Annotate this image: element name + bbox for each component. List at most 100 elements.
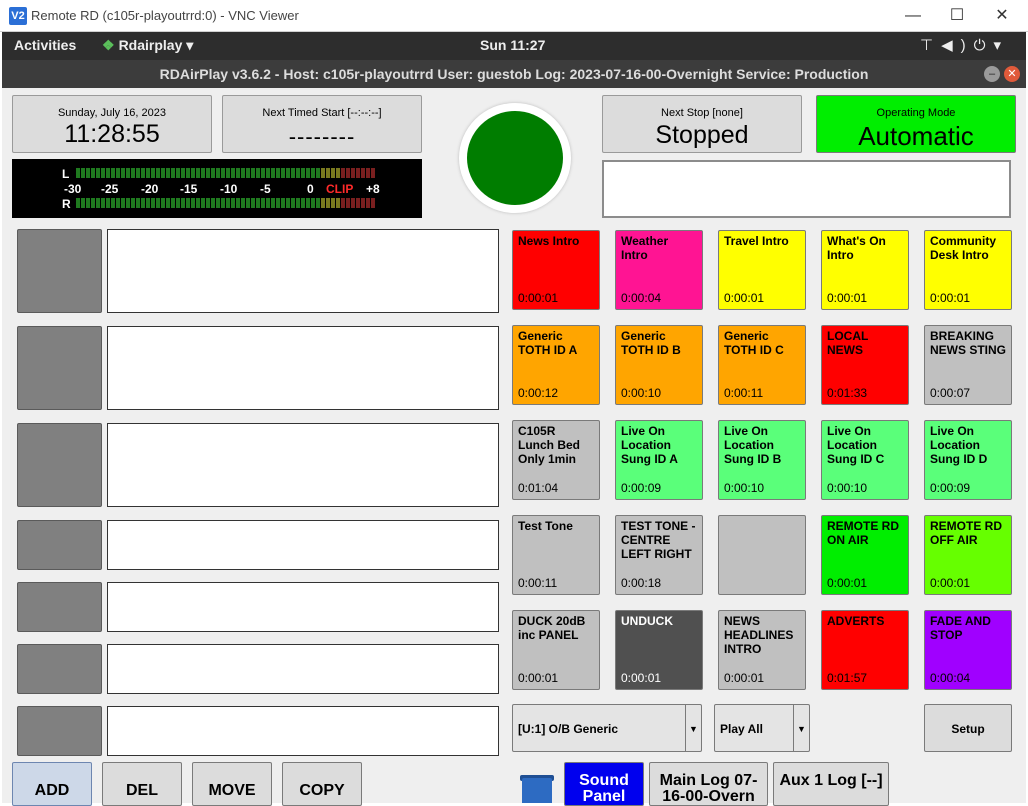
meter-scale-tick: -30 xyxy=(64,182,82,196)
cart-button[interactable]: FADE AND STOP 0:00:04 xyxy=(924,610,1012,690)
cart-length: 0:00:12 xyxy=(518,386,559,400)
cart-label: Travel Intro xyxy=(724,234,789,248)
log-slot-6[interactable] xyxy=(107,644,499,694)
meter-segment xyxy=(336,198,340,208)
gnome-clock[interactable]: Sun 11:27 xyxy=(480,37,545,53)
cart-button[interactable]: Live On Location Sung ID C 0:00:10 xyxy=(821,420,909,500)
cart-button[interactable]: Test Tone 0:00:11 xyxy=(512,515,600,595)
cart-label: C105R Lunch Bed Only 1min xyxy=(518,424,580,466)
meter-segment xyxy=(266,168,270,178)
log-slot-button-2[interactable] xyxy=(17,326,102,410)
activities-button[interactable]: Activities xyxy=(14,37,76,53)
cart-button[interactable]: BREAKING NEWS STING 0:00:07 xyxy=(924,325,1012,405)
meter-segment xyxy=(306,198,310,208)
operating-mode-button[interactable]: Operating Mode Automatic xyxy=(816,95,1016,153)
play-mode-select[interactable]: Play All ▼ xyxy=(714,704,810,752)
log-slot-4[interactable] xyxy=(107,520,499,570)
cart-button[interactable]: Generic TOTH ID C 0:00:11 xyxy=(718,325,806,405)
cart-length: 0:00:01 xyxy=(518,671,559,685)
setup-button[interactable]: Setup xyxy=(924,704,1012,752)
app-menu[interactable]: ❖ Rdairplay ▾ xyxy=(102,37,193,54)
app-close-button[interactable]: ✕ xyxy=(1004,66,1020,82)
cart-label: News Intro xyxy=(518,234,580,248)
cart-button[interactable]: What's On Intro 0:00:01 xyxy=(821,230,909,310)
chevron-down-icon: ▼ xyxy=(793,705,809,751)
cart-button[interactable]: Travel Intro 0:00:01 xyxy=(718,230,806,310)
log-slot-button-6[interactable] xyxy=(17,644,102,694)
log-slot-1[interactable] xyxy=(107,229,499,313)
meter-segment xyxy=(326,168,330,178)
move-button[interactable]: MOVE xyxy=(192,762,272,806)
log-slot-button-1[interactable] xyxy=(17,229,102,313)
cart-button[interactable]: C105R Lunch Bed Only 1min 0:01:04 xyxy=(512,420,600,500)
close-button[interactable]: ✕ xyxy=(980,4,1024,28)
meter-scale-tick: -20 xyxy=(141,182,159,196)
cart-length: 0:00:18 xyxy=(621,576,662,590)
meter-segment xyxy=(171,168,175,178)
meter-segment xyxy=(326,198,330,208)
cart-button[interactable]: Live On Location Sung ID A 0:00:09 xyxy=(615,420,703,500)
cart-button[interactable]: LOCAL NEWS 0:01:33 xyxy=(821,325,909,405)
system-tray[interactable]: ⊤◀)⏻▾ xyxy=(920,36,1009,54)
maximize-button[interactable]: ☐ xyxy=(935,4,979,28)
sound-panel-button[interactable]: Sound Panel xyxy=(564,762,644,806)
meter-segment xyxy=(336,168,340,178)
cart-button-empty[interactable] xyxy=(718,515,806,595)
cart-label: Test Tone xyxy=(518,519,573,533)
del-button[interactable]: DEL xyxy=(102,762,182,806)
cart-button[interactable]: Live On Location Sung ID D 0:00:09 xyxy=(924,420,1012,500)
cart-label: Live On Location Sung ID D xyxy=(930,424,988,466)
cart-button[interactable]: Weather Intro 0:00:04 xyxy=(615,230,703,310)
cart-button[interactable]: Generic TOTH ID A 0:00:12 xyxy=(512,325,600,405)
minimize-button[interactable]: — xyxy=(891,4,935,28)
meter-segment xyxy=(206,168,210,178)
cart-button[interactable]: Generic TOTH ID B 0:00:10 xyxy=(615,325,703,405)
next-timed-start-label: Next Timed Start [--:--:--] xyxy=(262,107,382,119)
main-log-button[interactable]: Main Log 07-16-00-Overn xyxy=(649,762,768,806)
aux1-log-button[interactable]: Aux 1 Log [--] xyxy=(773,762,889,806)
cart-button[interactable]: News Intro 0:00:01 xyxy=(512,230,600,310)
meter-scale-tick: -5 xyxy=(260,182,271,196)
log-slot-button-7[interactable] xyxy=(17,706,102,756)
next-stop-value: Stopped xyxy=(655,121,749,149)
cart-button[interactable]: Live On Location Sung ID B 0:00:10 xyxy=(718,420,806,500)
meter-segment xyxy=(76,198,80,208)
meter-segment xyxy=(321,198,325,208)
meter-segment xyxy=(286,168,290,178)
copy-button[interactable]: COPY xyxy=(282,762,362,806)
meter-segment xyxy=(301,168,305,178)
cart-button[interactable]: UNDUCK 0:00:01 xyxy=(615,610,703,690)
log-slot-button-5[interactable] xyxy=(17,582,102,632)
add-button[interactable]: ADD xyxy=(12,762,92,806)
meter-segment xyxy=(201,198,205,208)
log-slot-7[interactable] xyxy=(107,706,499,756)
meter-segment xyxy=(126,168,130,178)
cart-label: Generic TOTH ID C xyxy=(724,329,784,357)
cart-length: 0:01:04 xyxy=(518,481,559,495)
meter-segment xyxy=(181,168,185,178)
cart-button[interactable]: ADVERTS 0:01:57 xyxy=(821,610,909,690)
cart-button[interactable]: TEST TONE - CENTRE LEFT RIGHT 0:00:18 xyxy=(615,515,703,595)
meter-segment xyxy=(346,168,350,178)
cart-button[interactable]: Community Desk Intro 0:00:01 xyxy=(924,230,1012,310)
log-slot-5[interactable] xyxy=(107,582,499,632)
meter-segment xyxy=(176,198,180,208)
cart-button[interactable]: REMOTE RD OFF AIR 0:00:01 xyxy=(924,515,1012,595)
log-slot-button-3[interactable] xyxy=(17,423,102,507)
meter-segment xyxy=(196,198,200,208)
on-air-light xyxy=(467,111,563,205)
panel-select[interactable]: [U:1] O/B Generic ▼ xyxy=(512,704,702,752)
log-slot-button-4[interactable] xyxy=(17,520,102,570)
meter-segment xyxy=(136,198,140,208)
cart-button[interactable]: DUCK 20dB inc PANEL 0:00:01 xyxy=(512,610,600,690)
meter-segment xyxy=(341,168,345,178)
app-titlebar: RDAirPlay v3.6.2 - Host: c105r-playoutrr… xyxy=(2,60,1026,88)
play-mode-value: Play All xyxy=(720,722,763,736)
log-slot-2[interactable] xyxy=(107,326,499,410)
trash-icon[interactable] xyxy=(522,778,552,803)
app-minimize-button[interactable]: – xyxy=(984,66,1000,82)
log-slot-3[interactable] xyxy=(107,423,499,507)
cart-button[interactable]: REMOTE RD ON AIR 0:00:01 xyxy=(821,515,909,595)
cart-length: 0:00:01 xyxy=(518,291,559,305)
cart-button[interactable]: NEWS HEADLINES INTRO 0:00:01 xyxy=(718,610,806,690)
